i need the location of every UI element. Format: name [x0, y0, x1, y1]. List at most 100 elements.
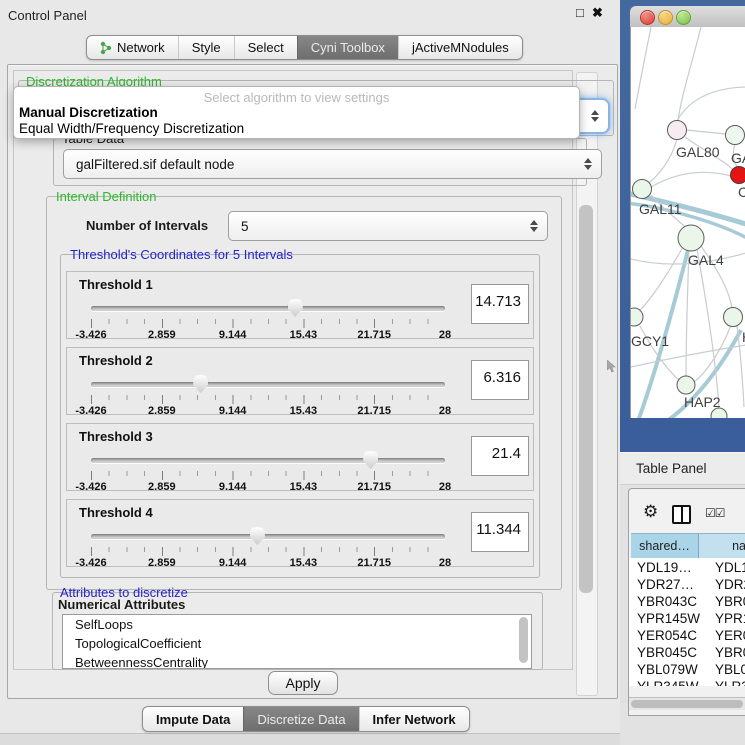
list-item[interactable]: BetweennessCentrality: [63, 653, 531, 669]
tab-select[interactable]: Select: [234, 36, 297, 59]
node-label: HAP2: [684, 394, 721, 410]
slider-ticks: [91, 547, 445, 556]
split-columns-icon[interactable]: [672, 505, 691, 524]
numerical-attributes-list[interactable]: SelfLoops TopologicalCoefficient Between…: [62, 614, 532, 669]
table-data-combobox[interactable]: galFiltered.sif default node: [63, 149, 602, 179]
node-gal11[interactable]: [633, 180, 652, 199]
table-cell[interactable]: YPR145W: [637, 611, 700, 626]
content-scrollbar-thumb[interactable]: [579, 205, 593, 593]
apply-button[interactable]: Apply: [268, 671, 338, 695]
tab-infer-network[interactable]: Infer Network: [359, 707, 469, 731]
list-item[interactable]: SelfLoops: [63, 615, 531, 634]
node-gcy1[interactable]: [631, 308, 643, 326]
tab-network[interactable]: Network: [87, 36, 178, 59]
close-traffic-light-icon[interactable]: [640, 10, 655, 25]
stepper-icon: [591, 110, 599, 122]
table-cell[interactable]: YBR043C: [637, 594, 697, 609]
tab-discretize-data[interactable]: Discretize Data: [243, 707, 358, 731]
table-cell[interactable]: YLR345W: [637, 679, 699, 686]
threshold-value-field[interactable]: 11.344: [471, 512, 529, 552]
tab-style[interactable]: Style: [178, 36, 234, 59]
list-scrollbar-thumb[interactable]: [519, 617, 528, 663]
threshold-slider[interactable]: -3.426 2.859 9.144 15.43 21.715 28: [91, 528, 445, 564]
table-cell[interactable]: YDL1: [715, 560, 745, 575]
table-cell[interactable]: YBR045C: [637, 645, 697, 660]
network-icon: [100, 41, 112, 55]
slider-thumb[interactable]: [250, 527, 265, 545]
num-intervals-value: 5: [241, 219, 249, 234]
threshold-value-field[interactable]: 6.316: [471, 360, 529, 400]
table-hscrollbar-thumb[interactable]: [631, 700, 743, 708]
tab-impute-data[interactable]: Impute Data: [143, 707, 243, 731]
tick-label: -3.426: [75, 329, 106, 341]
tick-label: 2.859: [148, 557, 176, 569]
tick-label: 21.715: [357, 405, 391, 417]
table-cell[interactable]: YDL19…: [637, 560, 692, 575]
slider-thumb[interactable]: [363, 451, 378, 469]
tab-cyni-toolbox[interactable]: Cyni Toolbox: [297, 36, 398, 59]
network-view[interactable]: GAL80 GA C GAL11 GAL4 GCY1 H HAP2: [630, 27, 745, 418]
threshold-value-field[interactable]: 21.4: [471, 436, 529, 476]
num-intervals-combobox[interactable]: 5: [228, 211, 548, 241]
tick-label: 21.715: [357, 557, 391, 569]
table-cell[interactable]: YLR3: [715, 679, 745, 686]
zoom-traffic-light-icon[interactable]: [676, 10, 691, 25]
node-hap2[interactable]: [677, 376, 695, 394]
slider-track[interactable]: [91, 458, 445, 463]
network-window-titlebar[interactable]: [630, 6, 745, 28]
table-cell[interactable]: YBL0: [715, 662, 745, 677]
node-gal80[interactable]: [668, 121, 687, 140]
table-cell[interactable]: YDR27…: [637, 577, 694, 592]
app-window: Control Panel □ ✖ Network Style Select C…: [0, 0, 745, 745]
tick-label: 21.715: [357, 481, 391, 493]
slider-ticks: [91, 395, 445, 404]
threshold-value-field[interactable]: 14.713: [471, 284, 529, 324]
table-cell[interactable]: YPR1: [715, 611, 745, 626]
tick-label: 9.144: [219, 481, 247, 493]
threshold-slider[interactable]: -3.426 2.859 9.144 15.43 21.715 28: [91, 300, 445, 336]
tab-jactivemnodules[interactable]: jActiveMNodules: [398, 36, 522, 59]
close-panel-icon[interactable]: ✖: [592, 5, 603, 21]
node-label: GA: [731, 150, 745, 166]
minimize-traffic-light-icon[interactable]: [658, 10, 673, 25]
table-data-selected-value: galFiltered.sif default node: [76, 157, 234, 172]
slider-track[interactable]: [91, 382, 445, 387]
list-item[interactable]: TopologicalCoefficient: [63, 634, 531, 653]
table-cell[interactable]: YBR0: [715, 645, 745, 660]
node-gal4[interactable]: [678, 225, 704, 251]
table-cell[interactable]: YER054C: [637, 628, 697, 643]
slider-thumb[interactable]: [288, 299, 303, 317]
table-hscrollbar-track[interactable]: [629, 697, 745, 710]
table-cell[interactable]: YDR2: [715, 577, 745, 592]
table-body: YDL19… YDL1 YDR27… YDR2 YBR043C YBR0 YPR…: [629, 558, 745, 686]
column-header-shared[interactable]: shared…: [631, 533, 699, 559]
node-ga[interactable]: [726, 126, 745, 145]
slider-track[interactable]: [91, 306, 445, 311]
node-label: C: [738, 184, 745, 200]
algorithm-option-equal-width[interactable]: Equal Width/Frequency Discretization: [16, 121, 244, 136]
table-cell[interactable]: YBL079W: [637, 662, 698, 677]
slider-thumb[interactable]: [193, 375, 208, 393]
table-panel-titlebar: Table Panel: [620, 452, 745, 485]
node-label: GAL11: [639, 201, 682, 217]
tick-label: 15.43: [290, 481, 318, 493]
float-window-icon[interactable]: □: [576, 5, 584, 20]
tick-label: 28: [439, 405, 451, 417]
tick-label: 9.144: [219, 329, 247, 341]
table-cell[interactable]: YER0: [715, 628, 745, 643]
tick-label: 2.859: [148, 481, 176, 493]
threshold-row: Threshold 2 -3.426 2.859 9.144 15.43 21.…: [66, 347, 534, 415]
gear-icon[interactable]: ⚙: [643, 502, 658, 522]
threshold-slider[interactable]: -3.426 2.859 9.144 15.43 21.715 28: [91, 452, 445, 488]
algorithm-option-manual[interactable]: Manual Discretization: [16, 105, 158, 120]
threshold-slider[interactable]: -3.426 2.859 9.144 15.43 21.715 28: [91, 376, 445, 412]
table-cell[interactable]: YBR0: [715, 594, 745, 609]
column-header-name[interactable]: na: [699, 533, 745, 559]
tick-label: 21.715: [357, 329, 391, 341]
tick-label: 15.43: [290, 557, 318, 569]
node-selected-red[interactable]: [731, 167, 745, 184]
slider-track[interactable]: [91, 534, 445, 539]
node-h[interactable]: [724, 308, 743, 327]
control-panel-tabbar: Network Style Select Cyni Toolbox jActiv…: [86, 35, 523, 60]
checkbox-pair-icon[interactable]: ☑☑: [705, 506, 725, 520]
